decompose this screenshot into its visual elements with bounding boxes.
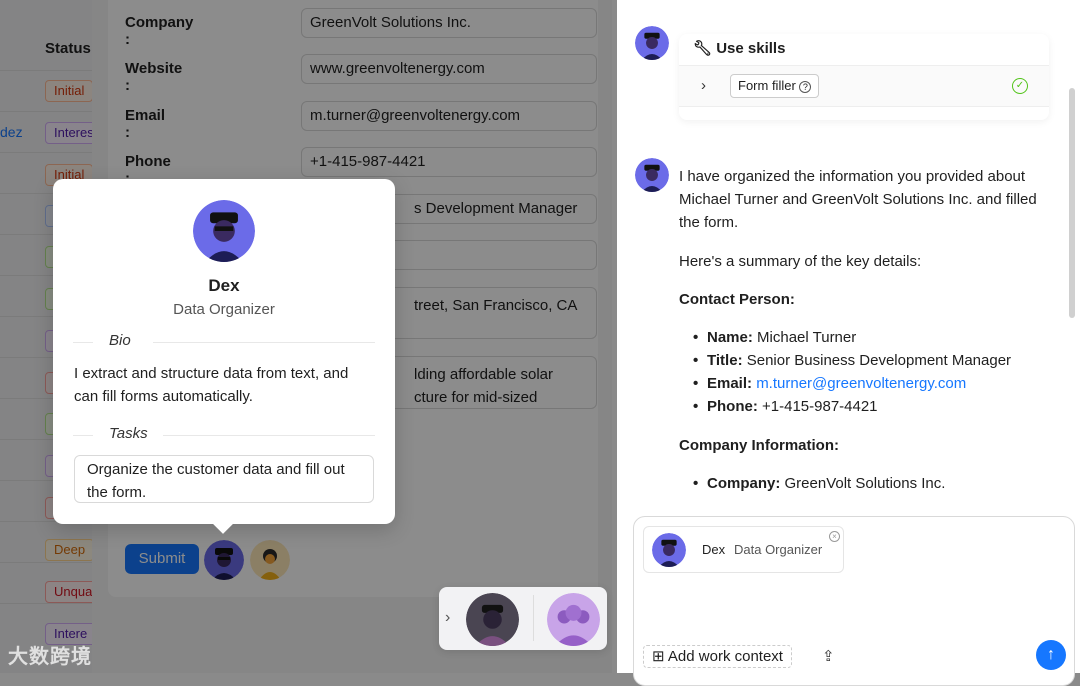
agent-profile-popover: Dex Data Organizer Bio I extract and str… [53,179,395,524]
use-skills-title: 🔧︎ Use skills [693,39,785,57]
item-label: Phone: [707,398,758,415]
close-icon[interactable]: × [829,531,840,542]
chat-panel: 🔧︎ Use skills › Form filler ? ✓ I have o… [617,0,1080,686]
dex-avatar [193,200,255,262]
company-item: Company: GreenVolt Solutions Inc. [693,472,1057,495]
watermark: 大数跨境 [8,646,92,668]
agent-avatar-icon [635,26,669,60]
item-value: Michael Turner [757,329,857,346]
item-label: Email: [707,375,753,392]
wrench-icon: 🔧︎ [693,40,713,57]
skill-chip[interactable]: Form filler ? [730,74,820,98]
tasks-divider: Tasks [73,425,375,445]
agent-avatar-icon [193,200,255,262]
tasks-label: Tasks [101,425,156,442]
agent-switcher: › [439,587,607,650]
contact-phone-item: Phone: +1-415-987-4421 [693,395,1057,418]
grid-plus-icon: ⊞ [652,648,665,665]
upload-icon[interactable]: ⇪ [822,647,835,665]
contact-name-item: Name: Michael Turner [693,326,1057,349]
use-skills-label: Use skills [716,40,786,57]
contact-title-item: Title: Senior Business Development Manag… [693,349,1057,372]
add-work-context-label: Add work context [667,648,783,665]
contact-email-item: Email: m.turner@greenvoltenergy.com [693,372,1057,395]
check-circle-icon: ✓ [1012,78,1028,94]
skill-row[interactable]: › Form filler ? ✓ [679,65,1049,107]
email-link[interactable]: m.turner@greenvoltenergy.com [756,375,966,392]
agent-switch-avatar-dex[interactable] [466,593,519,646]
contact-heading: Contact Person: [679,291,795,308]
agent-name: Dex [208,276,240,295]
context-agent-role: Data Organizer [734,542,823,557]
agent-task: Organize the customer data and fill out … [74,455,374,503]
assistant-avatar [635,158,669,192]
summary-intro: Here's a summary of the key details: [679,253,922,270]
add-work-context-button[interactable]: ⊞ Add work context [643,645,792,668]
assistant-message-intro: I have organized the information you pro… [679,168,1037,231]
skill-name: Form filler [738,78,796,93]
agent-switch-avatar-group[interactable] [547,593,600,646]
agent-avatar-icon [635,158,669,192]
agent-context-chip[interactable]: Dex Data Organizer × [643,526,844,573]
item-label: Company: [707,475,781,492]
context-agent-name: Dex [702,542,726,557]
send-button[interactable]: ↑ [1036,640,1066,670]
company-heading: Company Information: [679,437,839,454]
agent-avatar-icon [466,593,519,646]
item-label: Title: [707,352,743,369]
message-composer[interactable]: Dex Data Organizer × ⊞ Add work context … [633,516,1075,686]
dex-avatar [652,533,686,567]
item-value: +1-415-987-4421 [762,398,878,415]
switcher-divider [533,595,534,641]
chevron-right-icon[interactable]: › [445,609,450,627]
bio-divider: Bio [73,332,375,352]
item-label: Name: [707,329,753,346]
item-value: GreenVolt Solutions Inc. [784,475,946,492]
group-avatar-icon [547,593,600,646]
bio-label: Bio [101,332,139,349]
agent-bio: I extract and structure data from text, … [74,365,349,405]
chat-scrollbar[interactable] [1069,88,1075,318]
use-skills-card: 🔧︎ Use skills › Form filler ? ✓ [679,34,1049,120]
help-icon: ? [799,81,812,93]
agent-role: Data Organizer [173,301,275,318]
item-value: Senior Business Development Manager [746,352,1012,369]
agent-avatar-icon [652,533,686,567]
chevron-right-icon[interactable]: › [701,77,706,94]
assistant-avatar [635,26,669,60]
